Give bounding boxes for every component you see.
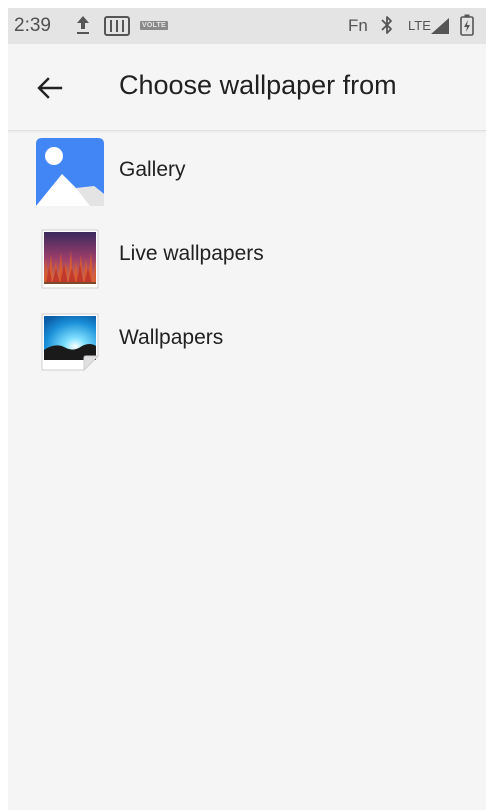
status-bar: 2:39 VOLTE Fn LTE (8, 8, 486, 44)
arrow-left-icon (37, 77, 63, 99)
status-time: 2:39 (14, 15, 51, 36)
signal-icon (431, 18, 449, 34)
live-wallpapers-label: Live wallpapers (119, 242, 264, 265)
list-item-gallery[interactable]: Gallery (8, 132, 486, 216)
wallpapers-icon (41, 313, 100, 372)
live-wallpapers-icon (41, 229, 99, 289)
screen: 2:39 VOLTE Fn LTE Choose wallpaper from … (8, 8, 486, 810)
battery-charging-icon (460, 14, 474, 36)
wallpaper-source-list: Gallery Live wallpapers Wallpapers (8, 132, 486, 384)
network-type: LTE (408, 18, 431, 33)
bluetooth-icon (381, 16, 392, 34)
upload-icon (77, 16, 89, 34)
list-item-wallpapers[interactable]: Wallpapers (8, 300, 486, 384)
back-button[interactable] (28, 66, 72, 110)
sim-card-icon (104, 16, 130, 36)
gallery-label: Gallery (119, 158, 186, 181)
app-bar: Choose wallpaper from (8, 44, 486, 131)
fn-indicator: Fn (348, 16, 368, 35)
list-item-live-wallpapers[interactable]: Live wallpapers (8, 216, 486, 300)
volte-icon: VOLTE (140, 21, 168, 30)
wallpapers-label: Wallpapers (119, 326, 224, 349)
gallery-icon (36, 138, 104, 206)
page-title: Choose wallpaper from (119, 70, 397, 100)
